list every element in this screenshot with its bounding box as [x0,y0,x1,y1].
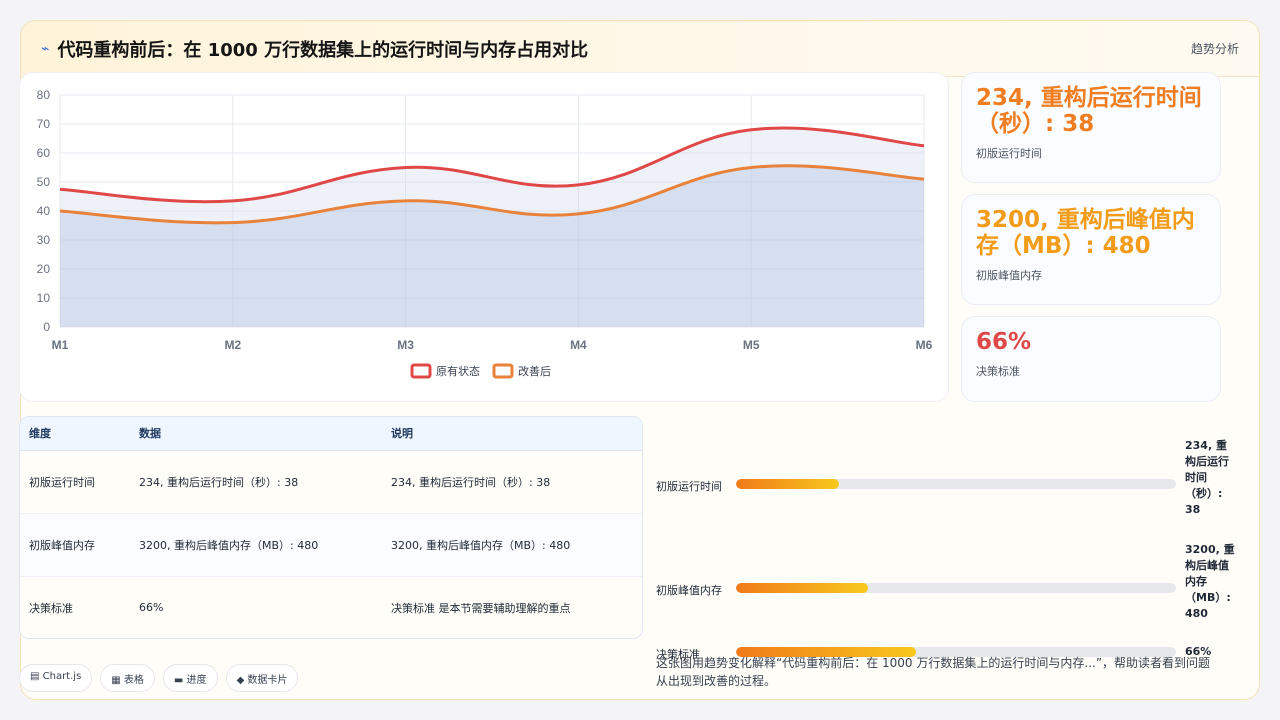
progress-value: 234, 重构后运行时间（秒）: 38 [1185,439,1229,516]
table-row: 初版峰值内存 3200, 重构后峰值内存（MB）: 480 3200, 重构后峰… [20,513,642,577]
table-cell: 决策标准 [20,576,130,638]
table-row: 决策标准 66% 决策标准 是本节需要辅助理解的重点 [20,576,642,638]
chart-panel: 0 10 20 30 40 50 60 70 80 M1 M2 M3 M4 M5 M6 原有状态 改善后 [19,72,949,402]
table-header: 数据 [130,417,382,451]
table-cell: 234, 重构后运行时间（秒）: 38 [382,450,642,514]
progress-label: 初版运行时间 [656,480,722,493]
table-header: 说明 [382,417,642,451]
table-cell: 决策标准 是本节需要辅助理解的重点 [382,576,642,638]
page-title: 代码重构前后：在 1000 万行数据集上的运行时间与内存占用对比 [57,39,589,61]
x-tick-label: M2 [224,338,241,352]
stat-value: 66% [976,329,1032,355]
data-table: 维度 数据 说明 初版运行时间 234, 重构后运行时间（秒）: 38 234,… [19,416,643,639]
chip-progress[interactable]: ▬ 进度 [162,664,218,692]
area-chart: 0 10 20 30 40 50 60 70 80 M1 M2 M3 M4 M5 M6 原有状态 改善后 [37,88,933,379]
y-tick-label: 0 [43,320,50,334]
legend-swatch [410,363,432,379]
chip-data-card[interactable]: ◆ 数据卡片 [225,664,299,692]
chart-description: 这张图用趋势变化解释“代码重构前后：在 1000 万行数据集上的运行时间与内存.… [656,656,1211,688]
x-tick-label: M4 [570,338,587,352]
legend-label: 改善后 [518,364,551,378]
x-tick-label: M3 [397,338,414,352]
progress-row-runtime: 初版运行时间 234, 重构后运行时间（秒）: 38 [656,438,1236,538]
y-tick-label: 30 [37,233,51,247]
progress-track [736,583,1176,593]
chip-chartjs[interactable]: ▤ Chart.js [19,664,93,692]
progress-value: 3200, 重构后峰值内存（MB）: 480 [1185,543,1235,620]
y-tick-label: 80 [37,88,51,102]
stat-card-runtime: 234, 重构后运行时间（秒）: 38 初版运行时间 [961,72,1221,183]
y-tick-label: 70 [37,117,51,131]
legend-label: 原有状态 [436,364,480,378]
table-cell: 3200, 重构后峰值内存（MB）: 480 [130,513,382,577]
header: ⌁ 代码重构前后：在 1000 万行数据集上的运行时间与内存占用对比 趋势分析 [21,21,1259,77]
progress-fill [736,479,839,489]
stat-label: 初版峰值内存 [976,269,1042,282]
stat-card-decision: 66% 决策标准 [961,316,1221,402]
trend-analysis-link[interactable]: 趋势分析 [1191,40,1239,57]
table-cell: 3200, 重构后峰值内存（MB）: 480 [382,513,642,577]
chip-table[interactable]: ▦ 表格 [100,664,155,692]
x-tick-label: M5 [743,338,760,352]
bolt-icon: ⌁ [41,40,50,57]
x-tick-label: M1 [52,338,69,352]
table-cell: 66% [130,576,382,638]
y-tick-label: 50 [37,175,51,189]
table-header: 维度 [20,417,130,451]
table-cell: 初版运行时间 [20,450,130,514]
progress-label: 初版峰值内存 [656,584,722,597]
x-tick-label: M6 [916,338,933,352]
stat-label: 决策标准 [976,365,1020,378]
y-tick-label: 10 [37,291,51,305]
y-tick-label: 60 [37,146,51,160]
y-tick-label: 20 [37,262,51,276]
legend-swatch [492,363,514,379]
stat-value: 234, 重构后运行时间（秒）: 38 [976,85,1202,137]
progress-row-memory: 初版峰值内存 3200, 重构后峰值内存（MB）: 480 [656,542,1236,638]
tech-chips: ▤ Chart.js ▦ 表格 ▬ 进度 ◆ 数据卡片 [19,664,299,692]
table-row: 初版运行时间 234, 重构后运行时间（秒）: 38 234, 重构后运行时间（… [20,450,642,514]
stat-label: 初版运行时间 [976,147,1042,160]
y-tick-label: 40 [37,204,51,218]
table-cell: 234, 重构后运行时间（秒）: 38 [130,450,382,514]
stat-card-memory: 3200, 重构后峰值内存（MB）: 480 初版峰值内存 [961,194,1221,305]
table-header-row: 维度 数据 说明 [20,417,642,451]
progress-track [736,479,1176,489]
table-cell: 初版峰值内存 [20,513,130,577]
stat-value: 3200, 重构后峰值内存（MB）: 480 [976,207,1195,259]
progress-fill [736,583,868,593]
